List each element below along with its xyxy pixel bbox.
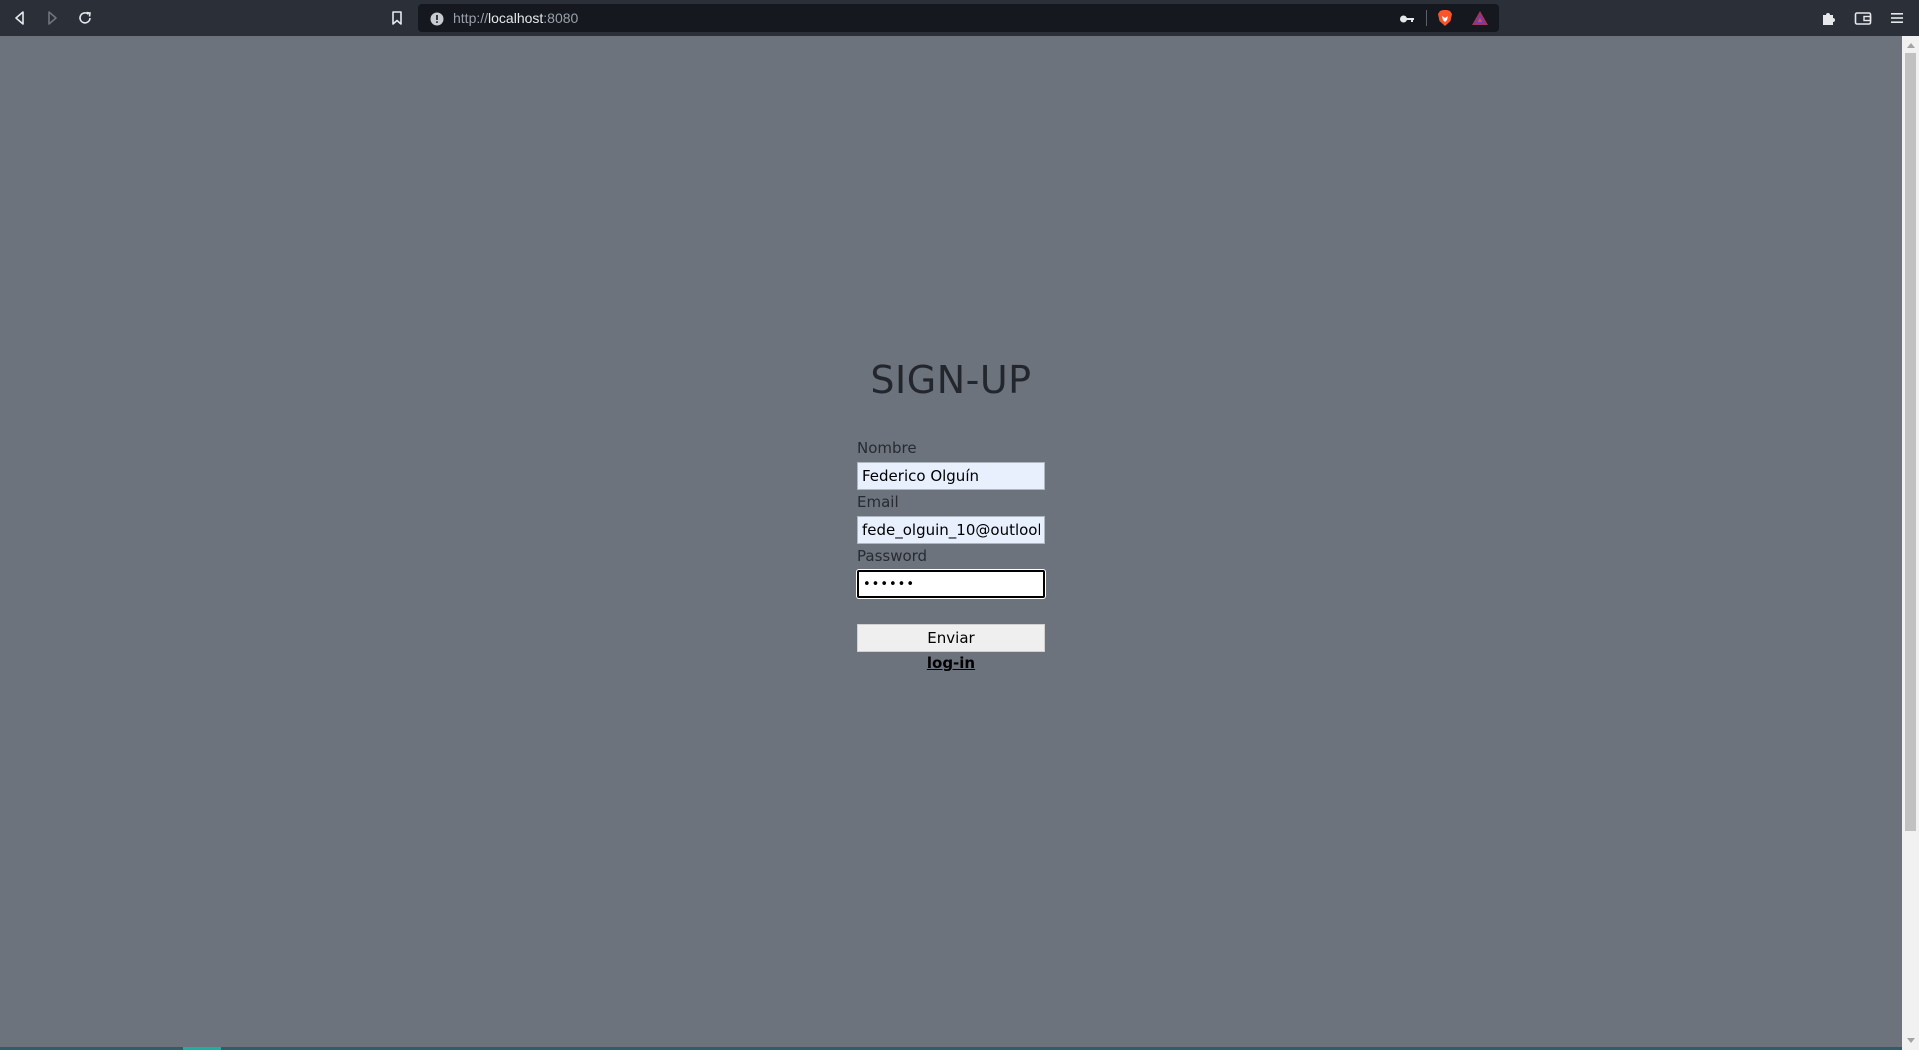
wallet-icon[interactable] — [1851, 6, 1875, 30]
enviar-button[interactable]: Enviar — [857, 624, 1045, 652]
brave-lion-icon[interactable] — [1437, 9, 1453, 31]
browser-toolbar: http://localhost:8080 — [0, 0, 1919, 36]
login-link[interactable]: log-in — [857, 654, 1045, 672]
scroll-up-arrow-icon[interactable] — [1907, 43, 1915, 48]
reload-icon[interactable] — [73, 6, 97, 30]
url-host: localhost — [488, 10, 544, 26]
forward-arrow-icon[interactable] — [40, 6, 64, 30]
page-title: SIGN-UP — [870, 358, 1032, 402]
url-scheme: http:// — [453, 10, 489, 26]
puzzle-icon[interactable] — [1817, 6, 1841, 30]
scrollbar-thumb[interactable] — [1905, 53, 1916, 831]
scroll-down-arrow-icon[interactable] — [1907, 1038, 1915, 1043]
back-arrow-icon[interactable] — [8, 6, 32, 30]
url-port: :8080 — [543, 10, 579, 26]
email-field[interactable] — [857, 516, 1045, 544]
password-label: Password — [857, 547, 928, 565]
key-icon[interactable] — [1399, 11, 1415, 30]
vertical-scrollbar[interactable] — [1902, 36, 1919, 1050]
password-field[interactable] — [857, 570, 1045, 598]
address-bar[interactable]: http://localhost:8080 — [418, 4, 1499, 32]
url-text[interactable]: http://localhost:8080 — [453, 10, 578, 26]
nombre-field[interactable] — [857, 462, 1045, 490]
bookmark-icon[interactable] — [385, 6, 409, 30]
info-icon[interactable] — [430, 11, 444, 26]
nombre-label: Nombre — [857, 439, 917, 457]
rewards-triangle-icon[interactable] — [1471, 10, 1489, 30]
hamburger-menu-icon[interactable] — [1885, 6, 1909, 30]
url-separator — [1426, 10, 1427, 26]
email-label: Email — [857, 493, 899, 511]
